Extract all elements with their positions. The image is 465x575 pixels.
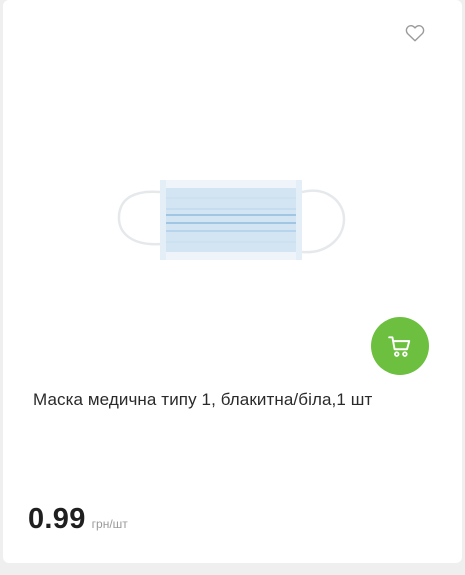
favorite-button[interactable] <box>404 22 426 44</box>
product-image[interactable] <box>115 176 347 262</box>
heart-icon <box>405 24 425 42</box>
shopping-cart-icon <box>388 336 411 357</box>
price-unit: грн/шт <box>91 517 128 531</box>
price-row: 0.99 грн/шт <box>28 503 128 536</box>
product-title[interactable]: Маска медична типу 1, блакитна/біла,1 шт <box>33 389 443 411</box>
medical-mask-image <box>117 180 346 260</box>
product-price: 0.99 <box>28 503 86 535</box>
add-to-cart-button[interactable] <box>371 317 429 375</box>
product-card[interactable]: Маска медична типу 1, блакитна/біла,1 шт… <box>3 0 462 563</box>
